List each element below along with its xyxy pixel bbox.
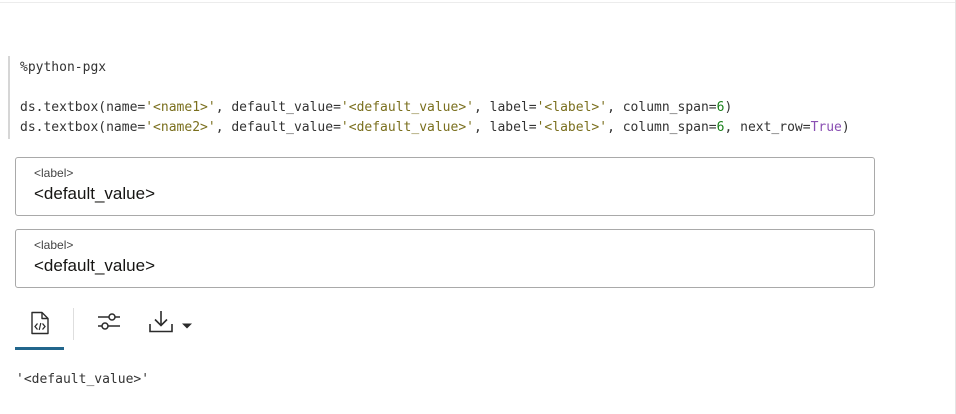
code-token: , default_value= [215, 100, 341, 115]
code-cell[interactable]: %python-pgx ds.textbox(name='<name1>', d… [8, 56, 938, 139]
code-string: '<name1>' [145, 100, 216, 115]
textbox-field-2[interactable]: <label> <default_value> [15, 229, 875, 288]
interpreter-directive: %python-pgx [20, 60, 107, 75]
code-string: '<default_value>' [340, 120, 474, 135]
code-file-icon [29, 311, 51, 339]
paragraph-output: '<default_value>' [16, 372, 150, 387]
notebook-page: %python-pgx ds.textbox(name='<name1>', d… [0, 0, 956, 414]
toolbar-divider [73, 308, 74, 340]
code-line-textbox-2: ds.textbox(name='<name2>', default_value… [20, 119, 850, 137]
code-token: , column_span= [607, 120, 717, 135]
code-token: ) [724, 100, 733, 115]
code-token: , label= [473, 120, 537, 135]
textbox-label-2: <label> [34, 238, 74, 252]
code-string: '<label>' [536, 120, 608, 135]
sliders-icon [96, 311, 122, 337]
textbox-label-1: <label> [34, 166, 74, 180]
download-menu-button[interactable] [142, 308, 198, 340]
raw-output-button[interactable] [15, 305, 64, 345]
visualization-settings-button[interactable] [92, 308, 126, 340]
code-string: '<label>' [536, 100, 608, 115]
code-string: '<name2>' [145, 120, 216, 135]
code-token: , column_span= [607, 100, 717, 115]
textbox-value-1[interactable]: <default_value> [34, 184, 155, 204]
code-token: , default_value= [215, 120, 341, 135]
code-token: , label= [473, 100, 537, 115]
code-string: '<default_value>' [340, 100, 474, 115]
code-token: ) [841, 120, 850, 135]
active-tab-indicator [15, 347, 64, 350]
code-token: ds.textbox(name= [20, 120, 146, 135]
textbox-value-2[interactable]: <default_value> [34, 256, 155, 276]
textbox-field-1[interactable]: <label> <default_value> [15, 157, 875, 216]
code-line-textbox-1: ds.textbox(name='<name1>', default_value… [20, 99, 732, 117]
download-icon [147, 309, 175, 339]
top-divider [0, 2, 956, 3]
code-token: , next_row= [724, 120, 811, 135]
code-line-interpreter: %python-pgx [20, 59, 106, 77]
code-keyword: True [810, 120, 842, 135]
code-token: ds.textbox(name= [20, 100, 146, 115]
caret-down-icon [181, 315, 193, 334]
